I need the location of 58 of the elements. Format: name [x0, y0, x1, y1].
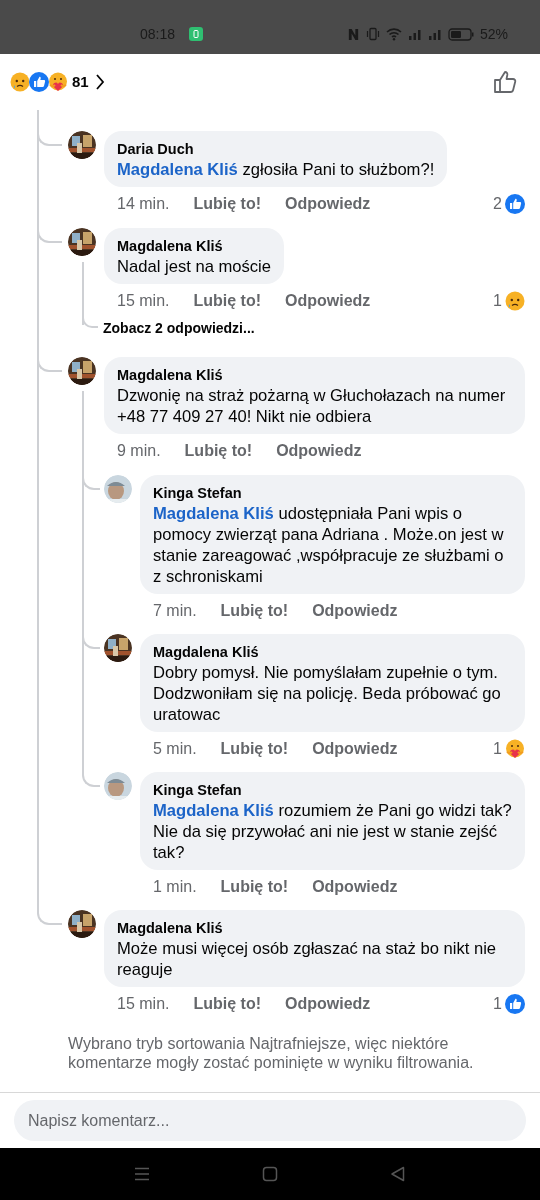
comment-time: 9 min. — [117, 441, 161, 461]
comment-text: Magdalena Kliś rozumiem że Pani go widzi tak? Nie da się przywołać ani nie jest w stanie zejść tak? — [153, 800, 512, 863]
signal-icon — [407, 28, 422, 40]
reaction-count[interactable]: 81 — [72, 70, 89, 94]
chevron-right-icon — [94, 73, 105, 91]
reply-link[interactable]: Odpowiedz — [285, 992, 371, 1016]
back-icon[interactable] — [390, 1166, 406, 1182]
author-name[interactable]: Daria Duch — [117, 139, 435, 159]
comment-time: 5 min. — [153, 739, 197, 759]
signal-icon — [427, 28, 442, 40]
comment-time: 7 min. — [153, 601, 197, 621]
like-icon[interactable] — [492, 69, 518, 95]
comment-time: 14 min. — [117, 194, 170, 214]
home-icon[interactable] — [262, 1166, 278, 1182]
author-name[interactable]: Kinga Stefan — [153, 483, 512, 503]
like-link[interactable]: Lubię to! — [193, 192, 261, 216]
author-name[interactable]: Magdalena Kliś — [117, 918, 512, 938]
reply-link[interactable]: Odpowiedz — [312, 875, 398, 899]
comment-text: Może musi więcej osób zgłaszać na staż bo nikt nie reaguje — [117, 938, 498, 980]
like-link[interactable]: Lubię to! — [193, 992, 261, 1016]
reply-link[interactable]: Odpowiedz — [285, 289, 371, 313]
mention-link[interactable]: Magdalena Kliś — [117, 160, 238, 179]
view-replies-link[interactable]: Zobacz 2 odpowiedzi... — [103, 317, 255, 339]
author-name[interactable]: Magdalena Kliś — [117, 236, 272, 256]
reply-link[interactable]: Odpowiedz — [312, 599, 398, 623]
like-link[interactable]: Lubię to! — [184, 439, 253, 463]
reaction-count[interactable]: 1 — [493, 992, 502, 1016]
like-link[interactable]: Lubię to! — [220, 599, 289, 623]
comment-time: 15 min. — [117, 291, 170, 311]
comment-text: Magdalena Kliś udostępniała Pani wpis o pomocy zwierząt pana Adriana . Może.on jest w stanie zareagować ,współpracuje ze służbami o z schroniskami — [153, 503, 505, 587]
like-link[interactable]: Lubię to! — [193, 289, 261, 313]
reply-link[interactable]: Odpowiedz — [276, 439, 362, 463]
comment-text: Dzwonię na straż pożarną w Głuchołazach na numer +48 77 409 27 40! Nikt nie odbiera — [117, 385, 507, 427]
reaction-count[interactable]: 2 — [493, 192, 502, 216]
author-name[interactable]: Magdalena Kliś — [153, 642, 512, 662]
battery-icon — [447, 27, 474, 41]
wifi-icon — [385, 27, 402, 41]
author-name[interactable]: Kinga Stefan — [153, 780, 512, 800]
vibrate-icon — [365, 27, 380, 41]
filter-notice: Wybrano tryb sortowania Najtrafniejsze, więc niektóre komentarze mogły zostać pominięte w wyniku filtrowania. — [68, 1034, 475, 1072]
mention-link[interactable]: Magdalena Kliś — [153, 504, 274, 523]
reaction-count[interactable]: 1 — [493, 737, 502, 761]
like-link[interactable]: Lubię to! — [220, 737, 289, 761]
comment-text: Nadal jest na moście — [117, 256, 272, 277]
reply-link[interactable]: Odpowiedz — [285, 192, 371, 216]
author-name[interactable]: Magdalena Kliś — [117, 365, 512, 385]
like-link[interactable]: Lubię to! — [220, 875, 289, 899]
reply-link[interactable]: Odpowiedz — [312, 737, 398, 761]
app-notification-icon — [189, 27, 204, 41]
menu-icon[interactable] — [134, 1167, 150, 1181]
reaction-count[interactable]: 1 — [493, 289, 502, 313]
mention-link[interactable]: Magdalena Kliś — [153, 801, 274, 820]
comment-input-field[interactable]: Napisz komentarz... — [14, 1100, 526, 1141]
nfc-icon — [346, 27, 360, 41]
comment-time: 15 min. — [117, 994, 170, 1014]
comment-time: 1 min. — [153, 877, 197, 897]
comment-text: Magdalena Kliś zgłosiła Pani to służbom?! — [117, 159, 435, 180]
comment-text: Dobry pomysł. Nie pomyślałam zupełnie o tym. Dodzwoniłam się na policję. Beda próbować go uratowac — [153, 662, 502, 725]
